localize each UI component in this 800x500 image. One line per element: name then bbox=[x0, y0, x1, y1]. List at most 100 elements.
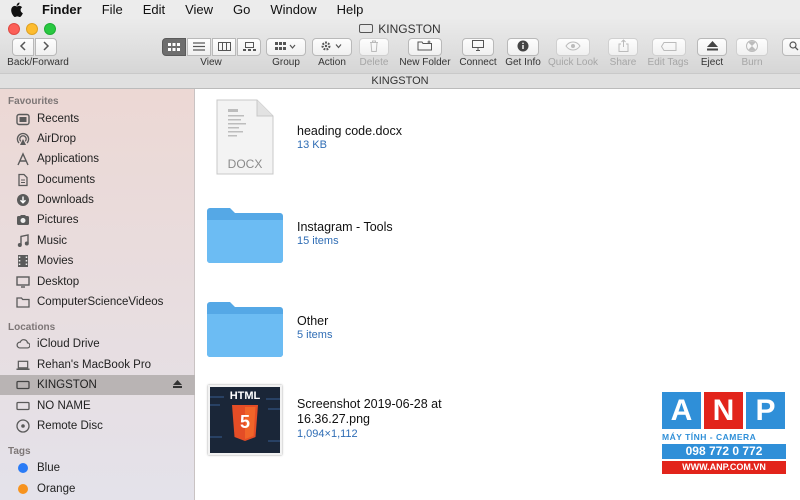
sidebar-item-label: KINGSTON bbox=[37, 379, 97, 391]
group-grid-icon bbox=[275, 40, 297, 54]
new-folder-icon bbox=[417, 40, 433, 54]
group-button[interactable] bbox=[266, 38, 306, 56]
gallery-icon bbox=[242, 40, 256, 54]
sidebar-item-label: Downloads bbox=[37, 194, 94, 206]
get-info-label: Get Info bbox=[505, 57, 541, 68]
window-title: KINGSTON bbox=[0, 19, 800, 38]
sidebar-item-label: NO NAME bbox=[37, 400, 91, 412]
sidebar-item-label: Recents bbox=[37, 113, 80, 125]
folder-icon bbox=[16, 295, 30, 309]
connect-button[interactable] bbox=[462, 38, 494, 56]
file-name-line-1: Screenshot 2019-06-28 at bbox=[297, 397, 442, 411]
get-info-button[interactable] bbox=[507, 38, 539, 56]
drive-icon bbox=[16, 399, 30, 413]
anp-subtitle: MÁY TÍNH - CAMERA bbox=[662, 432, 757, 442]
png-thumbnail-image: HTML 5 bbox=[208, 385, 282, 455]
eject-label: Eject bbox=[700, 57, 724, 68]
thumb-html-label: HTML bbox=[229, 390, 261, 402]
menu-bar: Finder File Edit View Go Window Help bbox=[0, 0, 800, 19]
eject-icon[interactable] bbox=[173, 380, 182, 390]
sidebar-item-label: Blue bbox=[37, 462, 61, 474]
connect-label: Connect bbox=[459, 57, 497, 68]
share-label: Share bbox=[609, 57, 637, 68]
sidebar-item-desktop[interactable]: Desktop bbox=[0, 272, 195, 292]
file-meta: 15 items bbox=[297, 235, 339, 247]
tags-header: Tags bbox=[8, 446, 31, 457]
thumb-badge-number: 5 bbox=[239, 412, 250, 432]
burn-button[interactable] bbox=[736, 38, 768, 56]
menu-edit[interactable]: Edit bbox=[143, 2, 165, 17]
file-item-other[interactable]: Other 5 items bbox=[196, 289, 800, 369]
search-icon bbox=[789, 40, 799, 54]
sidebar-item-label: Movies bbox=[37, 255, 74, 267]
delete-button[interactable] bbox=[359, 38, 389, 56]
menu-file[interactable]: File bbox=[102, 2, 123, 17]
group-label: Group bbox=[272, 57, 300, 68]
chevron-left-icon bbox=[19, 40, 27, 54]
sidebar-item-label: Rehan's MacBook Pro bbox=[37, 359, 152, 371]
anp-watermark-logo: A N P MÁY TÍNH - CAMERA 098 772 0 772 WW… bbox=[662, 392, 786, 484]
gallery-view-button[interactable] bbox=[237, 38, 261, 56]
sidebar-item-downloads[interactable]: Downloads bbox=[0, 190, 195, 210]
share-button[interactable] bbox=[608, 38, 638, 56]
sidebar-item-label: ComputerScienceVideos bbox=[37, 296, 164, 308]
sidebar-item-recents[interactable]: Recents bbox=[0, 109, 195, 129]
anp-phone: 098 772 0 772 bbox=[662, 444, 786, 459]
file-name: Instagram - Tools bbox=[297, 220, 393, 234]
edit-tags-button[interactable] bbox=[652, 38, 686, 56]
action-label: Action bbox=[318, 57, 346, 68]
desktop-icon bbox=[16, 275, 30, 289]
sidebar-item-tag-blue[interactable]: Blue bbox=[0, 458, 195, 478]
sidebar-item-macbook-pro[interactable]: Rehan's MacBook Pro bbox=[0, 355, 195, 375]
documents-icon bbox=[16, 173, 30, 187]
locations-header: Locations bbox=[8, 322, 56, 333]
columns-icon bbox=[217, 40, 231, 54]
column-view-button[interactable] bbox=[212, 38, 236, 56]
sidebar-item-computersciencevideos[interactable]: ComputerScienceVideos bbox=[0, 292, 195, 312]
menu-finder[interactable]: Finder bbox=[42, 2, 82, 17]
sidebar-item-remote-disc[interactable]: Remote Disc bbox=[0, 416, 195, 436]
anp-letter-n: N bbox=[704, 392, 743, 429]
edit-tags-label: Edit Tags bbox=[647, 57, 689, 68]
icon-grid-icon bbox=[168, 40, 180, 54]
sidebar-item-label: Orange bbox=[37, 483, 76, 495]
icon-view-button[interactable] bbox=[162, 38, 186, 56]
downloads-icon bbox=[16, 193, 30, 207]
anp-letter-p: P bbox=[746, 392, 785, 429]
menu-view[interactable]: View bbox=[185, 2, 213, 17]
search-button[interactable] bbox=[782, 38, 800, 56]
monitor-icon bbox=[471, 39, 485, 55]
quick-look-label: Quick Look bbox=[547, 57, 599, 68]
sidebar-item-documents[interactable]: Documents bbox=[0, 170, 195, 190]
quick-look-button[interactable] bbox=[556, 38, 590, 56]
window-toolbar: KINGSTON Back/Forward View Group Action … bbox=[0, 19, 800, 73]
view-label: View bbox=[200, 57, 222, 68]
docx-type-label: DOCX bbox=[227, 157, 263, 171]
recents-icon bbox=[16, 112, 30, 126]
file-meta: 5 items bbox=[297, 329, 333, 341]
apple-menu-icon[interactable] bbox=[10, 2, 24, 18]
sidebar-item-pictures[interactable]: Pictures bbox=[0, 210, 195, 230]
forward-button[interactable] bbox=[35, 38, 57, 56]
menu-go[interactable]: Go bbox=[233, 2, 250, 17]
list-view-button[interactable] bbox=[187, 38, 211, 56]
file-item-instagram-tools[interactable]: Instagram - Tools 15 items bbox=[196, 195, 800, 275]
back-button[interactable] bbox=[12, 38, 34, 56]
sidebar-item-movies[interactable]: Movies bbox=[0, 251, 195, 271]
file-item-heading-code[interactable]: DOCX heading code.docx 13 KB bbox=[196, 95, 800, 175]
sidebar-item-no-name[interactable]: NO NAME bbox=[0, 396, 195, 416]
share-icon bbox=[618, 39, 629, 55]
sidebar-item-music[interactable]: Music bbox=[0, 231, 195, 251]
sidebar-item-icloud-drive[interactable]: iCloud Drive bbox=[0, 334, 195, 354]
menu-window[interactable]: Window bbox=[270, 2, 316, 17]
sidebar-item-label: iCloud Drive bbox=[37, 338, 100, 350]
sidebar-item-tag-orange[interactable]: Orange bbox=[0, 479, 195, 499]
sidebar-item-applications[interactable]: Applications bbox=[0, 149, 195, 169]
action-button[interactable] bbox=[312, 38, 352, 56]
sidebar-item-kingston[interactable]: KINGSTON bbox=[0, 375, 195, 395]
eject-button[interactable] bbox=[697, 38, 727, 56]
new-folder-button[interactable] bbox=[408, 38, 442, 56]
drive-icon bbox=[16, 378, 30, 392]
menu-help[interactable]: Help bbox=[337, 2, 364, 17]
sidebar-item-airdrop[interactable]: AirDrop bbox=[0, 129, 195, 149]
